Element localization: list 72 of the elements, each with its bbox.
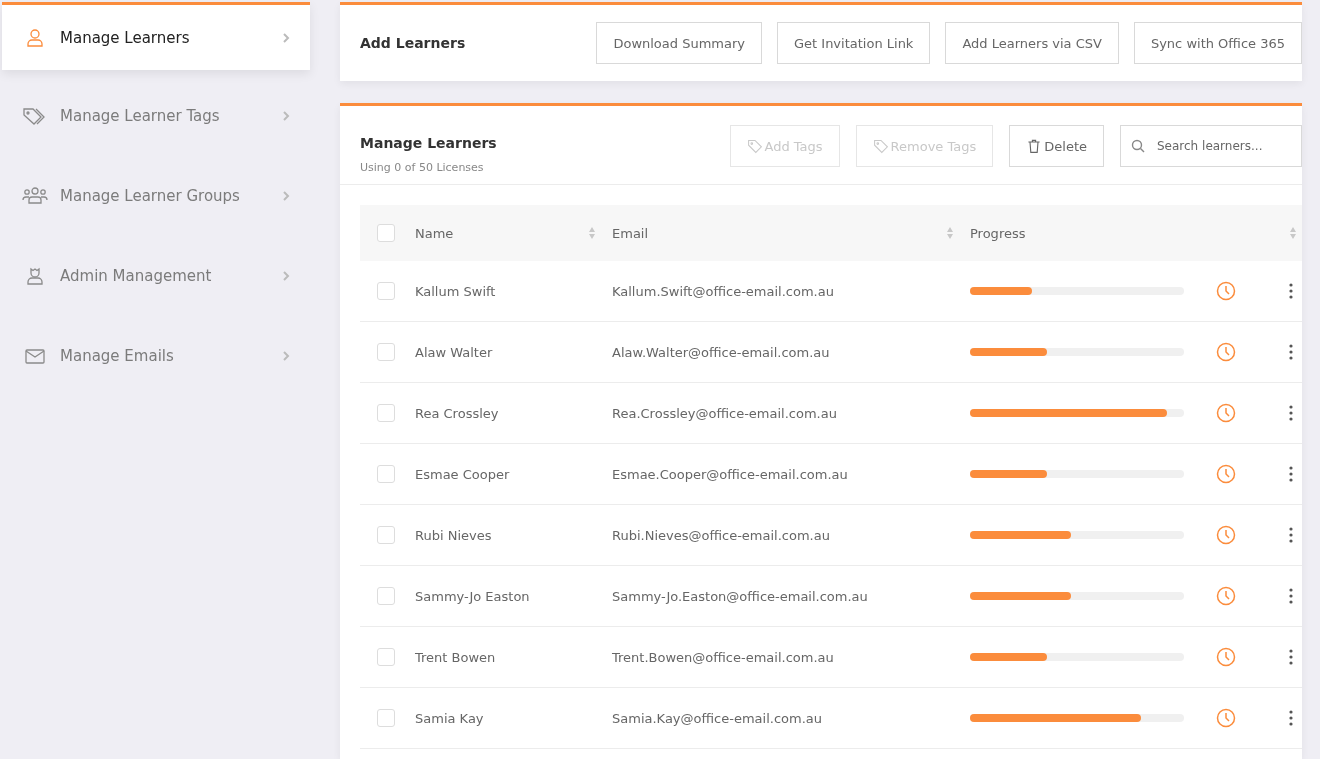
- sidebar-item[interactable]: Manage Learner Groups: [2, 162, 310, 230]
- sidebar-item[interactable]: Admin Management: [2, 242, 310, 310]
- learner-name: Samia Kay: [415, 710, 485, 726]
- row-checkbox[interactable]: [377, 465, 395, 483]
- learner-email: Trent.Bowen@office-email.com.au: [612, 649, 835, 665]
- clock-icon[interactable]: [1216, 647, 1236, 667]
- learner-email: Alaw.Walter@office-email.com.au: [612, 344, 831, 360]
- row-checkbox[interactable]: [377, 648, 395, 666]
- clock-icon[interactable]: [1216, 586, 1236, 606]
- learner-email: Esmae.Cooper@office-email.com.au: [612, 466, 849, 482]
- action-button[interactable]: Sync with Office 365: [1133, 22, 1302, 64]
- chevron-icon: [282, 190, 290, 202]
- search-icon: [1131, 139, 1145, 153]
- trash-icon: [1026, 138, 1043, 154]
- tag-icon: [872, 138, 889, 154]
- column-header[interactable]: Email: [612, 225, 649, 241]
- row-checkbox[interactable]: [377, 282, 395, 300]
- more-icon[interactable]: [1289, 588, 1293, 604]
- clock-icon[interactable]: [1216, 403, 1236, 423]
- sort-icon[interactable]: [946, 226, 954, 240]
- more-icon[interactable]: [1289, 405, 1293, 421]
- row-checkbox[interactable]: [377, 709, 395, 727]
- tag-icon: [746, 138, 763, 154]
- row-checkbox[interactable]: [377, 587, 395, 605]
- column-header[interactable]: Name: [415, 225, 454, 241]
- learner-email: Rea.Crossley@office-email.com.au: [612, 405, 838, 421]
- more-icon[interactable]: [1289, 466, 1293, 482]
- more-icon[interactable]: [1289, 344, 1293, 360]
- license-count: Using 0 of 50 Licenses: [360, 161, 485, 174]
- learner-email: Rubi.Nieves@office-email.com.au: [612, 527, 831, 543]
- learner-name: Rea Crossley: [415, 405, 500, 421]
- sidebar-item[interactable]: Manage Learners: [2, 2, 310, 70]
- row-checkbox[interactable]: [377, 526, 395, 544]
- chevron-icon: [282, 350, 290, 362]
- chevron-icon: [282, 270, 290, 282]
- clock-icon[interactable]: [1216, 281, 1236, 301]
- search-field[interactable]: Search learners...: [1120, 125, 1302, 167]
- more-icon[interactable]: [1289, 649, 1293, 665]
- sidebar-item[interactable]: Manage Learner Tags: [2, 82, 310, 150]
- card-title: Add Learners: [360, 35, 467, 51]
- column-header[interactable]: Progress: [970, 225, 1026, 241]
- learner-email: Samia.Kay@office-email.com.au: [612, 710, 823, 726]
- chevron-icon: [282, 110, 290, 122]
- learner-name: Esmae Cooper: [415, 466, 511, 482]
- learner-email: Sammy-Jo.Easton@office-email.com.au: [612, 588, 869, 604]
- clock-icon[interactable]: [1216, 525, 1236, 545]
- clock-icon[interactable]: [1216, 708, 1236, 728]
- learner-name: Kallum Swift: [415, 283, 497, 299]
- learner-email: Kallum.Swift@office-email.com.au: [612, 283, 835, 299]
- more-icon[interactable]: [1289, 527, 1293, 543]
- card-title: Manage Learners: [360, 135, 498, 151]
- more-icon[interactable]: [1289, 283, 1293, 299]
- sidebar-item[interactable]: Manage Emails: [2, 322, 310, 390]
- learner-name: Alaw Walter: [415, 344, 494, 360]
- clock-icon[interactable]: [1216, 464, 1236, 484]
- chevron-icon: [282, 31, 290, 44]
- row-checkbox[interactable]: [377, 404, 395, 422]
- row-checkbox[interactable]: [377, 343, 395, 361]
- sort-icon[interactable]: [1289, 226, 1297, 240]
- toolbar-button[interactable]: Delete: [1009, 125, 1104, 167]
- action-button[interactable]: Get Invitation Link: [777, 22, 931, 64]
- select-all-checkbox[interactable]: [377, 224, 395, 242]
- action-button[interactable]: Download Summary: [596, 22, 762, 64]
- more-icon[interactable]: [1289, 710, 1293, 726]
- mail-icon: [22, 346, 48, 366]
- sort-icon[interactable]: [588, 226, 596, 240]
- group-icon: [22, 186, 48, 206]
- action-button[interactable]: Add Learners via CSV: [945, 22, 1119, 64]
- learner-name: Rubi Nieves: [415, 527, 493, 543]
- clock-icon[interactable]: [1216, 342, 1236, 362]
- learner-name: Trent Bowen: [415, 649, 497, 665]
- learner-name: Sammy-Jo Easton: [415, 588, 531, 604]
